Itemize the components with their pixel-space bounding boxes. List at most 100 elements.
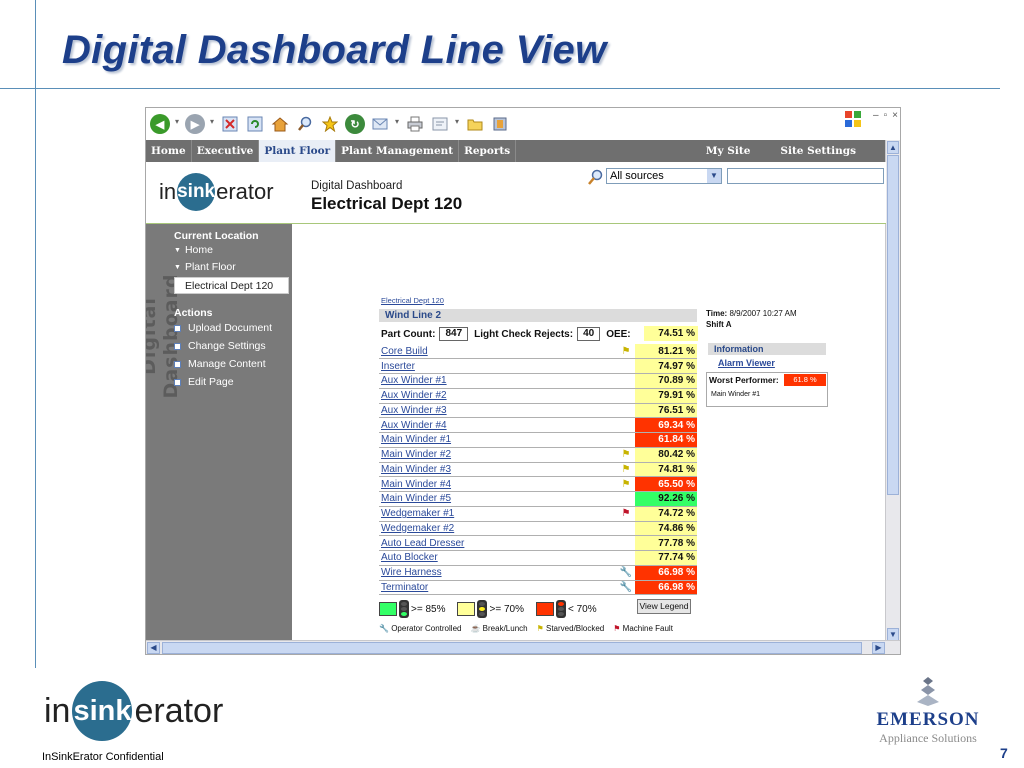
table-row: Main Winder #3 ⚑ 74.81 % xyxy=(379,462,697,478)
mail-icon[interactable] xyxy=(370,114,390,134)
red-swatch xyxy=(535,602,554,616)
action-change-settings[interactable]: Change Settings xyxy=(174,340,266,352)
starved-blocked-icon: ⚑ xyxy=(536,623,544,633)
dropdown-arrow-icon[interactable]: ▾ xyxy=(175,117,181,131)
home-icon[interactable] xyxy=(270,114,290,134)
search-input[interactable] xyxy=(727,168,884,184)
status-icon-cell: ⚑ xyxy=(617,506,635,522)
nav-site-settings[interactable]: Site Settings xyxy=(775,140,861,162)
page-number: 7 xyxy=(1000,745,1008,761)
table-row: Auto Lead Dresser 77.78 % xyxy=(379,535,697,551)
chevron-down-icon: ▼ xyxy=(174,246,181,254)
window-controls: – ▫ × xyxy=(873,110,898,121)
winder-link[interactable]: Main Winder #5 xyxy=(381,493,451,504)
slide-horizontal-rule xyxy=(0,88,1000,89)
dropdown-arrow-icon[interactable]: ▾ xyxy=(210,117,216,131)
view-legend-button[interactable]: View Legend xyxy=(637,599,691,614)
nav-my-site[interactable]: My Site xyxy=(701,140,755,162)
logo-text-mid: sink xyxy=(177,173,215,211)
nav-plant-management[interactable]: Plant Management xyxy=(336,140,460,162)
edit-icon[interactable] xyxy=(430,114,450,134)
emerson-name: EMERSON xyxy=(876,709,980,730)
restore-icon[interactable]: ▫ xyxy=(884,110,888,121)
winder-link[interactable]: Main Winder #2 xyxy=(381,449,451,460)
scroll-right-icon[interactable]: ▶ xyxy=(872,642,885,654)
vertical-scroll-thumb[interactable] xyxy=(887,155,899,495)
nav-executive[interactable]: Executive xyxy=(192,140,260,162)
status-icon-cell xyxy=(617,358,635,374)
close-icon[interactable]: × xyxy=(892,110,898,121)
scroll-up-icon[interactable]: ▲ xyxy=(887,141,899,154)
action-manage-content[interactable]: Manage Content xyxy=(174,358,266,370)
winder-link[interactable]: Aux Winder #2 xyxy=(381,390,447,401)
back-icon[interactable]: ◀ xyxy=(150,114,170,134)
sidebar-item-electrical-dept[interactable]: Electrical Dept 120 xyxy=(174,277,289,294)
horizontal-scroll-thumb[interactable] xyxy=(162,642,862,654)
forward-icon[interactable]: ▶ xyxy=(185,114,205,134)
horizontal-scrollbar[interactable]: ◀ ▶ xyxy=(146,640,900,654)
winder-link[interactable]: Core Build xyxy=(381,346,428,357)
worst-performer-value: 61.8 % xyxy=(784,374,826,386)
winder-link[interactable]: Aux Winder #3 xyxy=(381,405,447,416)
winder-link[interactable]: Inserter xyxy=(381,361,415,372)
winder-link[interactable]: Terminator xyxy=(381,582,428,593)
search-icon[interactable] xyxy=(586,169,604,187)
action-edit-page[interactable]: Edit Page xyxy=(174,376,234,388)
search-icon[interactable] xyxy=(295,114,315,134)
nav-reports[interactable]: Reports xyxy=(459,140,517,162)
winder-link[interactable]: Main Winder #1 xyxy=(381,434,451,445)
winder-name-cell: Terminator xyxy=(379,580,617,596)
print-icon[interactable] xyxy=(405,114,425,134)
status-icon-cell xyxy=(617,521,635,537)
oee-value-cell: 66.98 % xyxy=(635,580,697,596)
winder-link[interactable]: Wire Harness xyxy=(381,567,442,578)
machine-fault-icon: ⚑ xyxy=(621,508,631,520)
breadcrumb[interactable]: Electrical Dept 120 xyxy=(381,296,444,305)
winder-link[interactable]: Auto Lead Dresser xyxy=(381,538,464,549)
starved-blocked-icon: ⚑ xyxy=(621,478,631,490)
refresh-icon[interactable] xyxy=(245,114,265,134)
traffic-light-green-icon xyxy=(399,600,409,618)
sidebar-item-plant-floor[interactable]: ▼ Plant Floor xyxy=(174,261,236,273)
table-row: Inserter 74.97 % xyxy=(379,358,697,374)
folder-icon[interactable] xyxy=(465,114,485,134)
search-scope-select[interactable]: All sources ▼ xyxy=(606,168,722,184)
winder-link[interactable]: Main Winder #3 xyxy=(381,464,451,475)
dropdown-arrow-icon[interactable]: ▾ xyxy=(455,117,461,131)
insinkerator-logo: in sink erator xyxy=(44,681,223,741)
slide-vertical-rule xyxy=(35,0,36,668)
winder-link[interactable]: Wedgemaker #2 xyxy=(381,523,454,534)
winder-name-cell: Main Winder #2 xyxy=(379,447,617,463)
chevron-down-icon[interactable]: ▼ xyxy=(707,169,721,183)
nav-home[interactable]: Home xyxy=(146,140,192,162)
vertical-scrollbar[interactable]: ▲ ▼ xyxy=(885,140,900,642)
research-icon[interactable] xyxy=(490,114,510,134)
actions-heading: Actions xyxy=(174,307,213,319)
logo-text-pre: in xyxy=(159,179,177,204)
site-title: Electrical Dept 120 xyxy=(311,194,463,213)
shift-value: Shift A xyxy=(706,320,732,329)
icon-legend: 🔧 Operator Controlled ☕ Break/Lunch ⚑ St… xyxy=(379,622,709,634)
winder-link[interactable]: Aux Winder #4 xyxy=(381,420,447,431)
stop-icon[interactable] xyxy=(220,114,240,134)
favorites-star-icon[interactable] xyxy=(320,114,340,134)
site-subtitle: Digital Dashboard xyxy=(311,180,403,192)
action-upload-document[interactable]: Upload Document xyxy=(174,322,272,334)
scroll-left-icon[interactable]: ◀ xyxy=(147,642,160,654)
table-row: Main Winder #4 ⚑ 65.50 % xyxy=(379,476,697,492)
winder-link[interactable]: Main Winder #4 xyxy=(381,479,451,490)
logo-text-mid: sink xyxy=(72,681,133,741)
minimize-icon[interactable]: – xyxy=(873,110,879,121)
action-label: Upload Document xyxy=(188,322,273,334)
oee-value-cell: 80.42 % xyxy=(635,447,697,463)
winder-link[interactable]: Auto Blocker xyxy=(381,552,438,563)
nav-plant-floor[interactable]: Plant Floor xyxy=(259,140,337,162)
winder-link[interactable]: Wedgemaker #1 xyxy=(381,508,454,519)
fault-legend: ⚑ Machine Fault xyxy=(613,624,673,633)
sidebar-item-home[interactable]: ▼ Home xyxy=(174,244,213,256)
winder-link[interactable]: Aux Winder #1 xyxy=(381,375,447,386)
alarm-viewer-link[interactable]: Alarm Viewer xyxy=(718,358,775,368)
history-icon[interactable]: ↻ xyxy=(345,114,365,134)
status-icon-cell: 🔧 xyxy=(617,580,635,596)
dropdown-arrow-icon[interactable]: ▾ xyxy=(395,117,401,131)
